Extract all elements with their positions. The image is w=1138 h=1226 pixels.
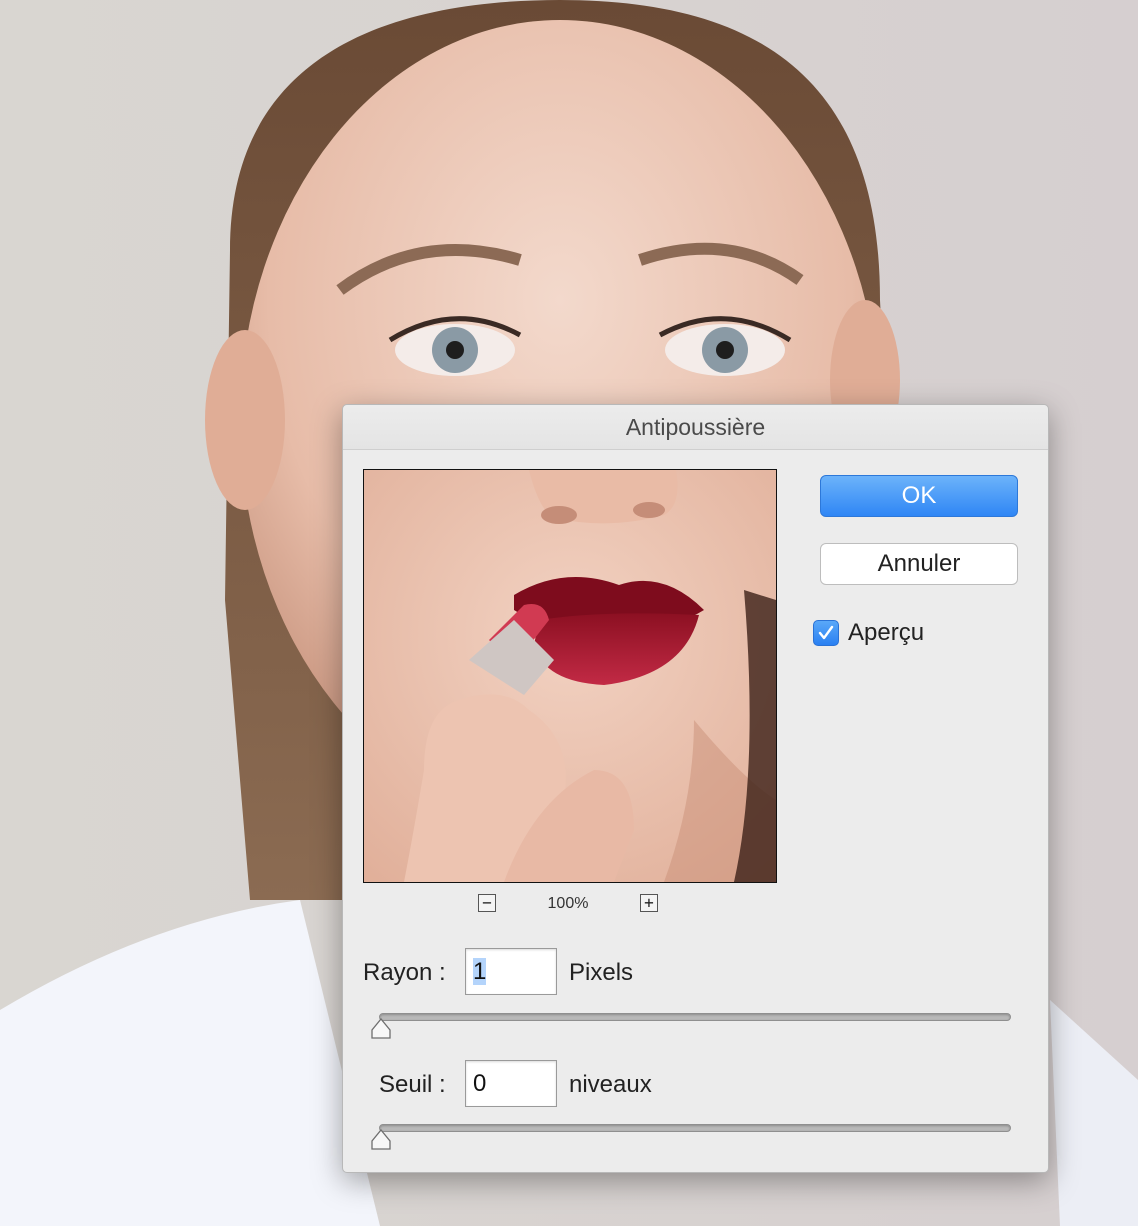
dialog-title: Antipoussière xyxy=(343,405,1048,450)
radius-unit: Pixels xyxy=(569,959,634,986)
zoom-controls: − 100% + xyxy=(363,893,777,917)
checkmark-icon xyxy=(818,625,834,640)
threshold-slider[interactable] xyxy=(379,1124,1011,1132)
radius-value: 1 xyxy=(473,958,487,985)
plus-icon[interactable]: + xyxy=(640,894,658,912)
threshold-value: 0 xyxy=(473,1070,487,1097)
threshold-unit: niveaux xyxy=(569,1071,652,1098)
threshold-label: Seuil : xyxy=(379,1071,446,1098)
dust-and-scratches-dialog: Antipoussière − 100% + OK Annuler Aperçu… xyxy=(342,404,1049,1173)
cancel-button[interactable]: Annuler xyxy=(820,543,1018,585)
radius-label: Rayon : xyxy=(363,959,446,986)
radius-slider-thumb[interactable] xyxy=(370,1018,392,1040)
zoom-level: 100% xyxy=(547,895,589,912)
preview-image xyxy=(364,470,776,882)
threshold-slider-thumb[interactable] xyxy=(370,1129,392,1151)
ok-button[interactable]: OK xyxy=(820,475,1018,517)
preview-checkbox[interactable] xyxy=(813,620,839,646)
threshold-input[interactable]: 0 xyxy=(465,1060,557,1107)
radius-input[interactable]: 1 xyxy=(465,948,557,995)
filter-preview[interactable] xyxy=(363,469,777,883)
preview-checkbox-label: Aperçu xyxy=(848,619,925,646)
minus-icon[interactable]: − xyxy=(478,894,496,912)
radius-slider[interactable] xyxy=(379,1013,1011,1021)
